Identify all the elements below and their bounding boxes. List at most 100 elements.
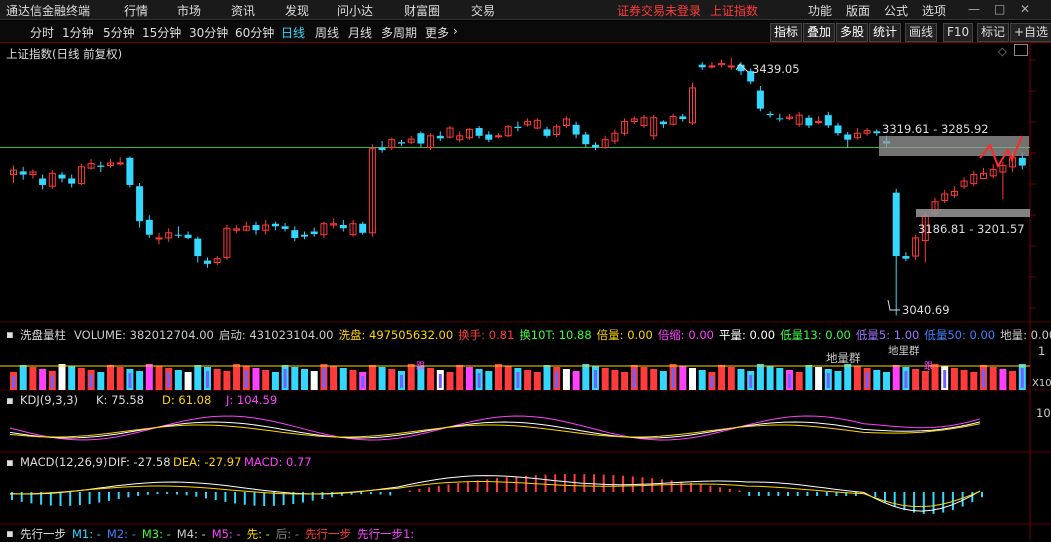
volume-bar — [689, 368, 696, 390]
kdj-indicator-name[interactable]: KDJ(9,3,3) — [20, 393, 78, 407]
candle-body-down — [805, 117, 813, 126]
candlestick-series — [10, 57, 1026, 316]
high-annotation: 3439.05 — [752, 62, 800, 76]
pin-icon[interactable]: ◇ — [998, 44, 1007, 58]
macd-series — [9, 474, 983, 514]
candle-body-down — [582, 134, 590, 145]
volume-field-7: 平量: 0.00 — [718, 328, 776, 342]
volume-bar-inner — [438, 374, 442, 388]
volume-bar — [107, 365, 114, 390]
volume-axis-scale: X10 — [1032, 378, 1051, 389]
kdj-axis-top: 10 — [1036, 406, 1051, 420]
volume-bar — [640, 367, 648, 390]
candle-body-down — [485, 134, 493, 140]
candle-body-down — [766, 113, 774, 116]
kdj-menu-icon[interactable]: ▪ — [6, 393, 14, 407]
kdj-d-value: D: 61.08 — [162, 393, 212, 407]
volume-bar — [271, 372, 279, 390]
volume-bar-inner — [826, 373, 830, 388]
volume-bar — [698, 370, 706, 390]
volume-indicator-name[interactable]: 洗盘量柱 — [20, 327, 66, 343]
bottom-field-8: 先行一步1: — [356, 527, 415, 541]
macd-dif-line — [9, 475, 981, 512]
volume-panel-header: ▪ 洗盘量柱 VOLUME: 382012704.00 启动: 431023104… — [0, 326, 1051, 342]
bottom-menu-icon[interactable]: ▪ — [6, 526, 14, 540]
volume-bar — [1009, 371, 1017, 390]
candle-body-down — [58, 174, 66, 179]
volume-bar-inner — [516, 372, 520, 388]
volume-bar — [39, 369, 47, 390]
volume-bar-inner — [477, 373, 481, 388]
volume-field-11: 地量: 0.00 — [1000, 328, 1051, 342]
volume-bar-inner — [128, 373, 132, 388]
volume-bar — [572, 371, 580, 390]
kdj-k-value: K: 75.58 — [96, 393, 144, 407]
bottom-field-2: M3: - — [141, 527, 171, 541]
volume-bar — [223, 371, 231, 390]
volume-bar-inner — [904, 371, 908, 388]
volume-field-5: 倍量: 0.00 — [596, 328, 653, 342]
volume-bar — [989, 367, 997, 390]
bottom-field-5: 先: - — [246, 527, 270, 541]
window-toggle-icon[interactable] — [1014, 44, 1028, 56]
volume-bar — [97, 372, 105, 390]
bottom-panel-header: ▪ 先行一步 M1: - M2: - M3: - M4: - M5: - 先: - 后: -… — [0, 526, 1051, 541]
volume-field-4: 换10T: 10.88 — [519, 328, 592, 342]
kdj-d-line — [9, 423, 981, 438]
volume-bar — [582, 364, 590, 390]
volume-bar-inner — [50, 375, 54, 388]
volume-bar — [427, 368, 435, 390]
macd-menu-icon[interactable]: ▪ — [6, 455, 14, 469]
candle-body-down — [514, 126, 522, 129]
volume-bars — [0, 364, 1030, 390]
volume-bar — [999, 369, 1007, 390]
candle-body-down — [39, 178, 47, 185]
bottom-field-3: M4: - — [176, 527, 206, 541]
volume-bar — [795, 372, 803, 390]
candle-body-down — [68, 178, 76, 184]
low-annotation: 3040.69 — [902, 303, 950, 317]
range-lower-annotation: 3186.81 - 3201.57 — [918, 222, 1025, 236]
volume-bar-inner — [594, 370, 597, 388]
candle-body-down — [824, 115, 832, 126]
candle-body-down — [291, 230, 299, 238]
support-zone — [916, 209, 1030, 217]
volume-bar-inner — [400, 375, 403, 388]
volume-bar — [834, 371, 842, 390]
candle-body-down — [184, 234, 192, 238]
volume-bar — [339, 368, 347, 390]
panel-menu-icon[interactable]: ▪ — [6, 327, 14, 341]
candle-body-down — [698, 64, 706, 68]
volume-bar — [873, 370, 881, 390]
candle-body-down — [659, 121, 667, 125]
candle-body-down — [776, 118, 784, 120]
volume-bar — [184, 372, 192, 390]
macd-indicator-name[interactable]: MACD(12,26,9) — [20, 455, 107, 469]
candle-body-down — [359, 223, 367, 233]
volume-bar — [950, 368, 958, 390]
volume-bar — [883, 372, 890, 390]
candle-body-down — [97, 165, 105, 167]
annotation-layer — [735, 63, 1030, 311]
volume-bar-inner — [710, 376, 714, 388]
low-pointer — [887, 299, 900, 311]
volume-bar — [853, 366, 861, 390]
volume-bar — [388, 369, 396, 390]
volume-bar — [805, 365, 813, 390]
candle-body-up — [815, 121, 823, 124]
volume-bar — [233, 364, 241, 390]
candle-body-down — [436, 135, 444, 139]
kdj-panel-header: ▪ KDJ(9,3,3) K: 75.58 D: 61.08 J: 104.59 — [0, 392, 1051, 408]
volume-bar-inner — [788, 374, 791, 388]
volume-bar — [465, 367, 473, 390]
candle-body-down — [1018, 157, 1026, 166]
candle-body-up — [155, 237, 163, 240]
volume-tag-1: 跟 — [416, 362, 426, 372]
volume-field-9: 低量5: 1.00 — [855, 328, 920, 342]
volume-bar-inner — [89, 374, 93, 388]
volume-bar-inner — [632, 369, 636, 388]
candle-body-down — [281, 226, 289, 229]
candle-body-down — [252, 225, 260, 231]
volume-bar — [155, 366, 163, 390]
volume-field-0: VOLUME: 382012704.00 — [74, 328, 214, 342]
